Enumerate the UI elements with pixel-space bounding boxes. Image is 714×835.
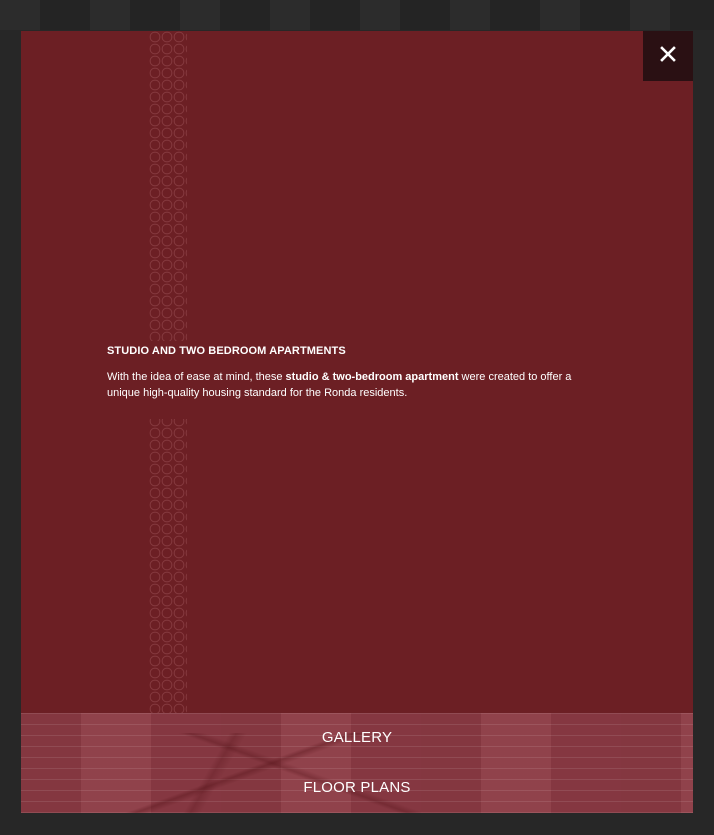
modal-content: STUDIO AND TWO BEDROOM APARTMENTS With t…: [107, 345, 607, 401]
modal-footer: GALLERY FLOOR PLANS: [21, 713, 693, 813]
modal-description: With the idea of ease at mind, these stu…: [107, 369, 607, 401]
close-button[interactable]: [643, 31, 693, 81]
close-icon: [660, 45, 676, 67]
floor-plans-link[interactable]: FLOOR PLANS: [21, 779, 693, 796]
description-highlight: studio & two-bedroom apartment: [285, 371, 459, 383]
apartment-modal: STUDIO AND TWO BEDROOM APARTMENTS With t…: [21, 31, 693, 813]
gallery-link[interactable]: GALLERY: [21, 729, 693, 746]
description-text-start: With the idea of ease at mind, these: [107, 371, 286, 383]
modal-heading: STUDIO AND TWO BEDROOM APARTMENTS: [107, 345, 346, 357]
